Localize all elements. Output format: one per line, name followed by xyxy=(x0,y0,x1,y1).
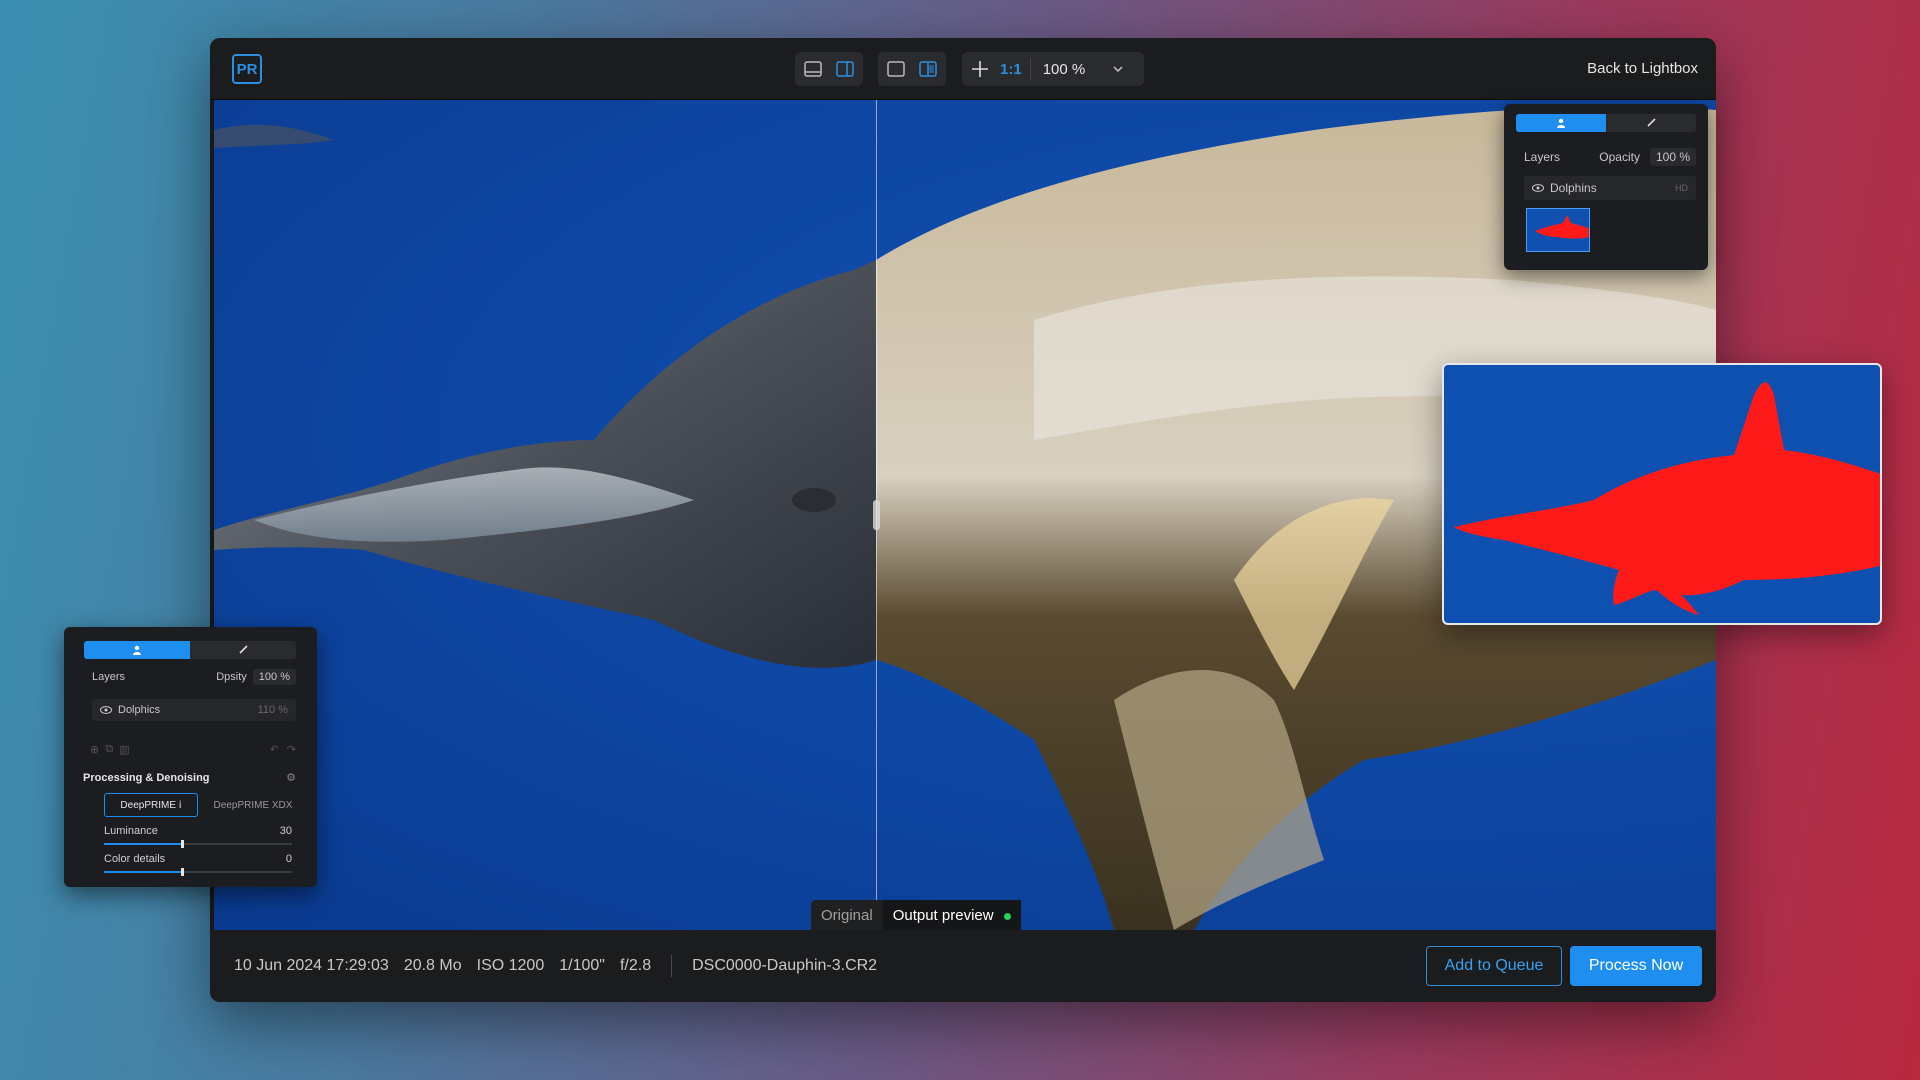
color-details-knob[interactable] xyxy=(181,868,185,876)
layers-header: Layers Dpsity 100 % xyxy=(92,669,296,685)
redo-icon[interactable]: ↷ xyxy=(287,743,296,756)
split-view-icon[interactable] xyxy=(916,57,940,81)
gear-icon[interactable]: ⚙ xyxy=(286,771,296,784)
split-handle[interactable] xyxy=(873,500,880,530)
meta-aperture: f/2.8 xyxy=(619,957,652,974)
brush-icon xyxy=(1647,118,1656,127)
layers-title: Layers xyxy=(1524,150,1561,164)
color-details-track[interactable] xyxy=(104,868,292,876)
layer-row[interactable]: Dolphics 110 % xyxy=(92,699,296,721)
original-tab[interactable]: Original xyxy=(811,900,883,930)
opacity-label: Opacity xyxy=(1599,150,1640,164)
color-details-fill xyxy=(104,871,182,873)
add-to-queue-button[interactable]: Add to Queue xyxy=(1426,946,1562,986)
meta-filename: DSC0000-Dauphin-3.CR2 xyxy=(692,957,878,974)
brush-tab[interactable] xyxy=(1606,114,1696,132)
color-details-label: Color details xyxy=(104,853,166,865)
deepprime-xd-button[interactable]: DeepPRIME XDX xyxy=(206,793,300,817)
processing-panel-tabs xyxy=(84,641,296,659)
zoom-ratio-button[interactable]: 1:1 xyxy=(1000,61,1022,78)
luminance-fill xyxy=(104,843,182,845)
app-logo: PR xyxy=(232,54,262,84)
deepprime-button[interactable]: DeepPRIME ⅰ xyxy=(104,793,198,817)
output-preview-tab[interactable]: Output preview xyxy=(882,900,1021,930)
luminance-track[interactable] xyxy=(104,840,292,848)
compare-tabs: Original Output preview xyxy=(811,900,1021,930)
layer-actions: ⊕ ⧉ ▥ ↶ ↷ xyxy=(90,743,296,756)
sidebar-view-icon[interactable] xyxy=(833,57,857,81)
mask-preview xyxy=(1442,363,1882,625)
meta-shutter: 1/100" xyxy=(559,957,605,974)
person-tab[interactable] xyxy=(1516,114,1606,132)
process-now-button[interactable]: Process Now xyxy=(1570,946,1702,986)
eye-icon[interactable] xyxy=(100,706,112,714)
top-toolbar: PR 1:1 100 % Back to Lightbox xyxy=(210,38,1716,100)
denoise-modes: DeepPRIME ⅰ DeepPRIME XDX xyxy=(104,793,300,817)
opacity-label: Dpsity xyxy=(216,671,247,683)
single-view-icon[interactable] xyxy=(801,57,825,81)
delete-icon[interactable]: ▥ xyxy=(119,743,129,756)
duplicate-icon[interactable]: ⧉ xyxy=(105,743,113,756)
zoom-select[interactable]: 100 % xyxy=(1039,61,1124,78)
brush-tab[interactable] xyxy=(190,641,296,659)
layer-row[interactable]: Dolphins HD xyxy=(1524,176,1696,200)
luminance-knob[interactable] xyxy=(181,840,185,848)
luminance-label: Luminance xyxy=(104,825,158,837)
view-mode-group xyxy=(795,52,863,86)
toolbar-divider xyxy=(1029,58,1031,80)
chevron-down-icon xyxy=(1113,66,1123,72)
full-view-icon[interactable] xyxy=(884,57,908,81)
layer-value: 110 % xyxy=(257,704,288,716)
color-details-slider[interactable]: Color details 0 xyxy=(104,853,292,876)
layers-panel-tabs xyxy=(1516,114,1696,132)
meta-date: 10 Jun 2024 17:29:03 xyxy=(234,957,389,974)
layer-name: Dolphics xyxy=(118,704,161,716)
luminance-slider[interactable]: Luminance 30 xyxy=(104,825,292,848)
move-icon[interactable] xyxy=(968,57,992,81)
zoom-group: 1:1 100 % xyxy=(962,52,1144,86)
layer-name: Dolphins xyxy=(1550,181,1597,195)
bottom-bar: 10 Jun 2024 17:29:03 20.8 Mo ISO 1200 1/… xyxy=(210,930,1716,1002)
brush-icon xyxy=(239,645,248,654)
photo-metadata: 10 Jun 2024 17:29:03 20.8 Mo ISO 1200 1/… xyxy=(210,957,651,975)
layer-value: HD xyxy=(1675,183,1688,193)
person-icon xyxy=(133,645,141,655)
layers-panel: Layers Opacity 100 % Dolphins HD xyxy=(1504,104,1708,270)
compare-mode-group xyxy=(878,52,946,86)
section-title: Processing & Denoising xyxy=(83,771,210,784)
zoom-value: 100 % xyxy=(1042,60,1086,78)
luminance-value: 30 xyxy=(279,825,292,837)
layer-mask-thumbnail[interactable] xyxy=(1526,208,1590,252)
person-icon xyxy=(1557,118,1565,128)
meta-divider xyxy=(671,955,673,977)
status-dot xyxy=(1003,912,1011,920)
opacity-select[interactable]: 100 % xyxy=(1649,148,1696,166)
layers-header: Layers Opacity 100 % xyxy=(1524,148,1696,166)
opacity-select[interactable]: 100 % xyxy=(252,669,296,685)
undo-icon[interactable]: ↶ xyxy=(270,743,279,756)
output-preview-label: Output preview xyxy=(892,907,994,924)
layers-title: Layers xyxy=(92,671,126,683)
person-tab[interactable] xyxy=(84,641,190,659)
meta-iso: ISO 1200 xyxy=(476,957,545,974)
processing-panel: Layers Dpsity 100 % Dolphics 110 % ⊕ ⧉ ▥… xyxy=(64,627,317,887)
meta-size: 20.8 Mo xyxy=(403,957,462,974)
back-to-lightbox-link[interactable]: Back to Lightbox xyxy=(1587,60,1698,77)
color-details-value: 0 xyxy=(285,853,292,865)
add-layer-icon[interactable]: ⊕ xyxy=(90,743,99,756)
processing-section-header: Processing & Denoising ⚙ xyxy=(83,771,296,785)
eye-icon[interactable] xyxy=(1532,184,1544,192)
